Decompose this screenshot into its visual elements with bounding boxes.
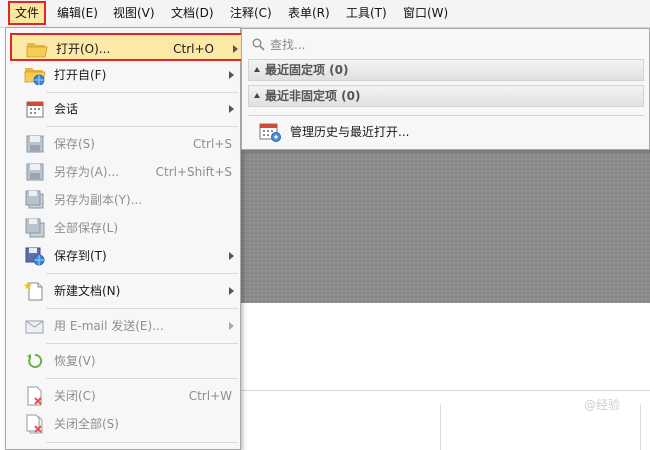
menu-item-label: 全部保存(L) bbox=[54, 221, 119, 235]
menu-item-close-all[interactable]: 关闭全部(S) bbox=[8, 410, 240, 438]
menu-item-label: 新建文档(N) bbox=[54, 284, 121, 298]
file-menu: 打开(O)... Ctrl+O 打开自(F) 会话 保存(S) Ctrl+S 另… bbox=[5, 27, 246, 450]
menu-item-new-document[interactable]: 新建文档(N) bbox=[8, 277, 240, 305]
menu-item-session[interactable]: 会话 bbox=[8, 95, 240, 123]
calendar-icon bbox=[26, 101, 44, 118]
menu-item-label: 打开(O)... bbox=[56, 42, 111, 56]
submenu-arrow-icon bbox=[229, 252, 234, 260]
search-icon bbox=[252, 38, 265, 51]
document-viewer-background bbox=[241, 150, 650, 303]
menu-separator bbox=[46, 378, 238, 379]
menu-document[interactable]: 文档(D) bbox=[166, 2, 219, 24]
save-icon bbox=[26, 135, 44, 153]
menu-item-save-as[interactable]: 另存为(A)... Ctrl+Shift+S bbox=[8, 158, 240, 186]
group-label: 最近非固定项 (0) bbox=[265, 89, 361, 103]
menu-item-label: 另存为副本(Y)... bbox=[54, 193, 143, 207]
menu-separator bbox=[46, 92, 238, 93]
save-all-icon bbox=[25, 218, 45, 238]
menu-edit[interactable]: 编辑(E) bbox=[52, 2, 103, 24]
collapse-triangle-icon bbox=[254, 93, 260, 98]
menu-item-shortcut: Ctrl+O bbox=[173, 42, 214, 56]
menu-item-label: 关闭(C) bbox=[54, 389, 96, 403]
manage-history-item[interactable]: 管理历史与最近打开... bbox=[258, 119, 638, 145]
menu-item-label: 打开自(F) bbox=[54, 68, 107, 82]
menu-item-close[interactable]: 关闭(C) Ctrl+W bbox=[8, 382, 240, 410]
menu-item-save[interactable]: 保存(S) Ctrl+S bbox=[8, 130, 240, 158]
save-to-icon bbox=[25, 247, 45, 266]
open-submenu: 查找... 最近固定项 (0) 最近非固定项 (0) 管理历史与最近打开... bbox=[241, 28, 650, 150]
menu-comment[interactable]: 注释(C) bbox=[225, 2, 277, 24]
revert-icon bbox=[27, 353, 43, 368]
recent-pinned-group[interactable]: 最近固定项 (0) bbox=[248, 59, 644, 81]
menu-item-shortcut: Ctrl+S bbox=[192, 137, 232, 151]
watermark: @经验 bbox=[584, 398, 621, 412]
manage-history-label: 管理历史与最近打开... bbox=[290, 125, 410, 139]
page-column-divider bbox=[440, 404, 441, 450]
menu-window[interactable]: 窗口(W) bbox=[398, 2, 453, 24]
menu-item-revert[interactable]: 恢复(V) bbox=[8, 347, 240, 375]
menu-item-label: 保存(S) bbox=[54, 137, 95, 151]
menu-form[interactable]: 表单(R) bbox=[283, 2, 335, 24]
menu-separator bbox=[46, 273, 238, 274]
submenu-arrow-icon bbox=[233, 45, 238, 53]
document-page bbox=[241, 303, 650, 450]
close-all-icon bbox=[26, 414, 43, 434]
menu-item-shortcut: Ctrl+W bbox=[188, 389, 232, 403]
menu-separator bbox=[46, 442, 238, 443]
submenu-arrow-icon bbox=[229, 322, 234, 330]
menu-separator bbox=[46, 308, 238, 309]
menu-item-label: 另存为(A)... bbox=[54, 165, 120, 179]
menu-separator bbox=[46, 343, 238, 344]
menu-item-open[interactable]: 打开(O)... Ctrl+O bbox=[10, 33, 246, 61]
menu-item-label: 会话 bbox=[54, 102, 79, 116]
group-label: 最近固定项 (0) bbox=[265, 63, 349, 77]
menu-item-save-to[interactable]: 保存到(T) bbox=[8, 242, 240, 270]
page-divider bbox=[241, 390, 650, 391]
submenu-arrow-icon bbox=[229, 287, 234, 295]
menu-file[interactable]: 文件 bbox=[8, 1, 47, 25]
history-calendar-icon bbox=[259, 123, 281, 142]
save-as-icon bbox=[26, 163, 44, 181]
menu-item-save-all[interactable]: 全部保存(L) bbox=[8, 214, 240, 242]
submenu-separator bbox=[248, 115, 644, 116]
save-copy-icon bbox=[25, 190, 44, 209]
menu-tools[interactable]: 工具(T) bbox=[341, 2, 392, 24]
close-document-icon bbox=[27, 386, 42, 406]
menu-item-label: 用 E-mail 发送(E)... bbox=[54, 319, 164, 333]
page-column-divider bbox=[640, 404, 641, 450]
folder-globe-icon bbox=[24, 68, 46, 85]
menu-item-save-copy[interactable]: 另存为副本(Y)... bbox=[8, 186, 240, 214]
menu-separator bbox=[46, 126, 238, 127]
submenu-arrow-icon bbox=[229, 105, 234, 113]
recent-search[interactable]: 查找... bbox=[248, 33, 643, 57]
submenu-arrow-icon bbox=[229, 71, 234, 79]
new-document-icon bbox=[24, 282, 43, 301]
menu-item-label: 关闭全部(S) bbox=[54, 417, 119, 431]
menubar: 文件 编辑(E) 视图(V) 文档(D) 注释(C) 表单(R) 工具(T) 窗… bbox=[0, 0, 650, 28]
menu-item-shortcut: Ctrl+Shift+S bbox=[155, 165, 232, 179]
folder-open-icon bbox=[26, 43, 48, 58]
menu-item-open-from[interactable]: 打开自(F) bbox=[8, 61, 240, 89]
search-input[interactable]: 查找... bbox=[270, 33, 305, 57]
menu-item-label: 恢复(V) bbox=[54, 354, 96, 368]
menu-view[interactable]: 视图(V) bbox=[108, 2, 160, 24]
menu-item-send-email[interactable]: 用 E-mail 发送(E)... bbox=[8, 312, 240, 340]
recent-unpinned-group[interactable]: 最近非固定项 (0) bbox=[248, 85, 644, 107]
email-icon bbox=[25, 320, 44, 334]
menu-item-label: 保存到(T) bbox=[54, 249, 107, 263]
collapse-triangle-icon bbox=[254, 67, 260, 72]
